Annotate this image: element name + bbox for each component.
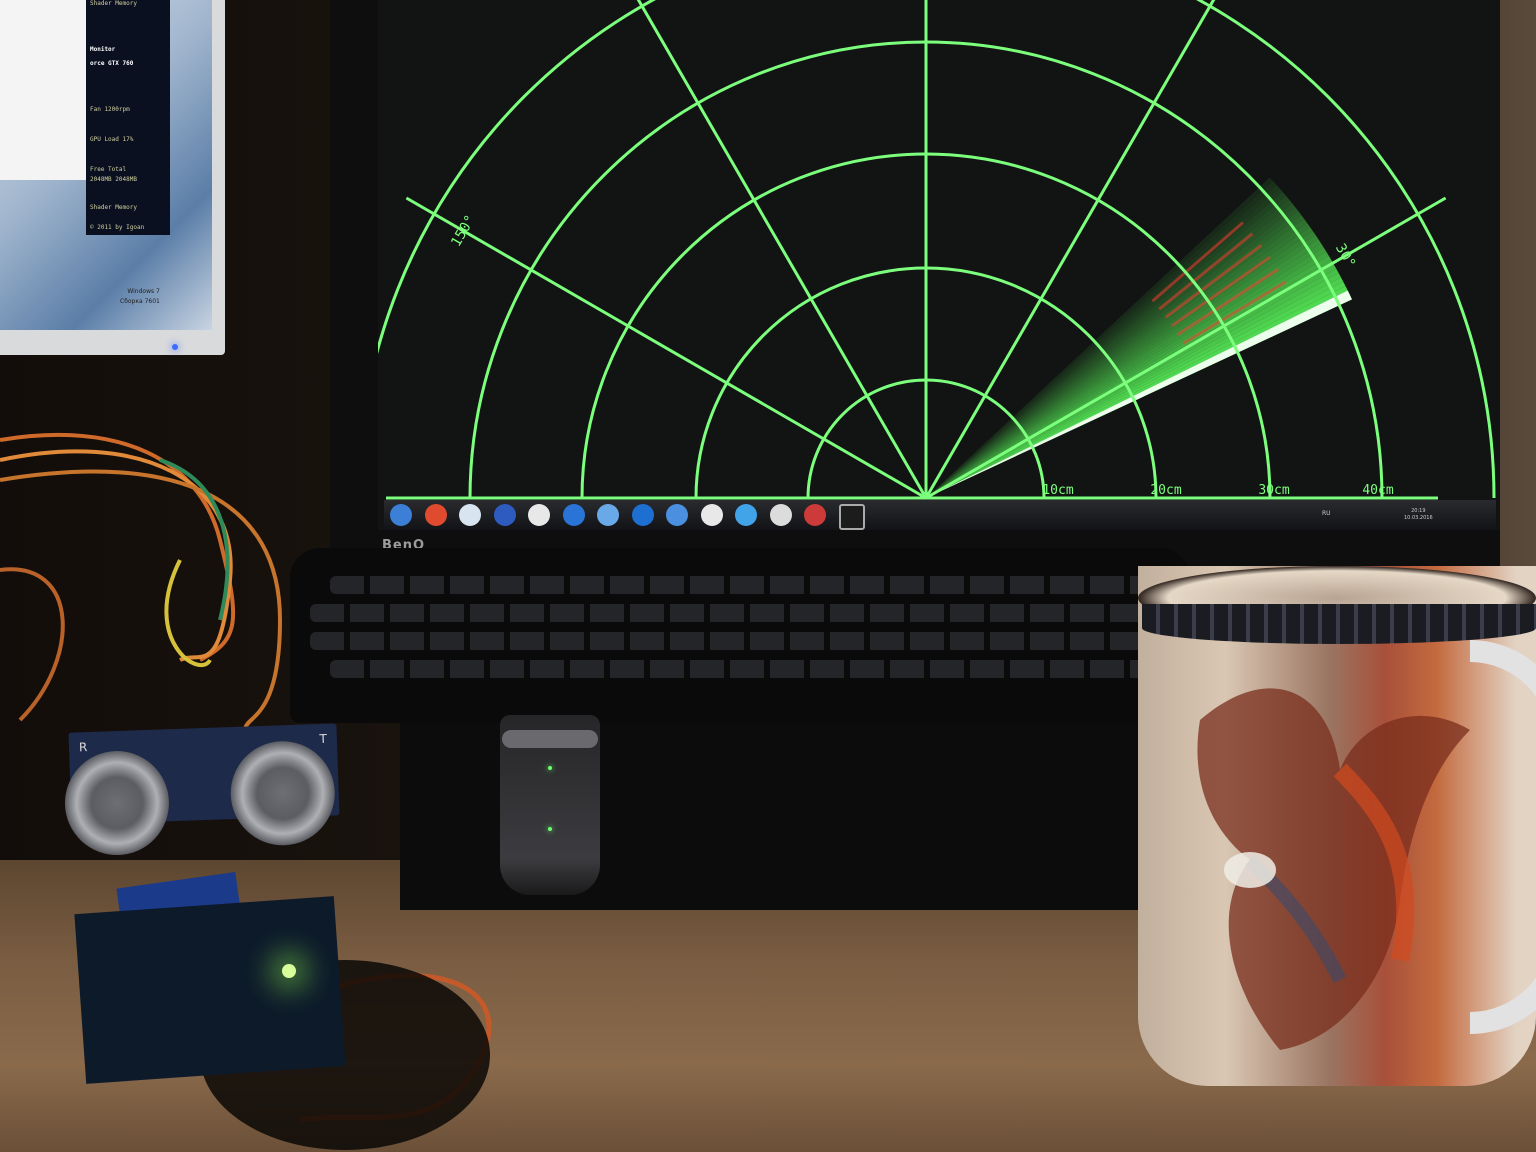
mail-icon[interactable] — [700, 504, 723, 526]
radar-distance-label: 30cm — [1258, 483, 1289, 498]
radar-angle-line — [636, 0, 928, 499]
clock[interactable]: 20:19 10.03.2016 — [1404, 508, 1433, 522]
windows-build: Сборка 7601 — [120, 298, 160, 305]
radar-sweep-beam — [926, 219, 1308, 498]
radar-angle-label: 30° — [1332, 241, 1359, 271]
radar-display: 30°60°120°150°10cm20cm30cm40cm — [378, 0, 1496, 500]
gpu-card-name: orce GTX 760 — [90, 60, 134, 67]
radar-distance-label: 40cm — [1362, 483, 1393, 498]
radar-angle-line — [925, 196, 1447, 500]
arduino-icon[interactable] — [769, 504, 792, 526]
playstation-icon[interactable] — [631, 504, 654, 526]
processing-icon[interactable] — [838, 504, 865, 530]
radar-sweep-beam — [926, 211, 1302, 499]
gpu-monitor-line: GPU Load 17% — [90, 136, 134, 143]
clock-time: 20:19 — [1411, 508, 1426, 514]
gpu-monitor-gadget: Shader Memory Monitor orce GTX 760 Fan 1… — [86, 0, 170, 235]
radar-sweep-beam — [926, 239, 1322, 498]
gpu-monitor-line: Shader Memory — [90, 204, 137, 211]
ultrasonic-sensor: R T — [63, 723, 340, 857]
radar-angle-label: 150° — [448, 212, 479, 249]
language-indicator[interactable]: RU — [1322, 510, 1331, 517]
clock-date: 10.03.2016 — [1404, 515, 1433, 521]
gpu-monitor-line: Shader Memory — [90, 0, 137, 7]
mug-handle — [1470, 640, 1536, 1034]
browser-icon[interactable] — [562, 504, 585, 526]
radar-distance-label: 20cm — [1150, 483, 1181, 498]
arduino-led-icon — [282, 964, 296, 978]
arduino-board — [74, 896, 346, 1084]
left-monitor: Shader Memory Monitor orce GTX 760 Fan 1… — [0, 0, 225, 355]
radar-sweep-beam — [926, 243, 1324, 498]
radar-sweep-beam — [926, 207, 1299, 498]
gpu-monitor-line: Free Total — [90, 166, 127, 173]
mug-decorative-band — [1142, 604, 1536, 644]
status-led-icon — [548, 827, 552, 831]
sensor-label-t: T — [319, 731, 328, 746]
dragon-illustration-icon — [1197, 688, 1470, 1050]
app-icon[interactable] — [666, 504, 688, 526]
gpu-monitor-line: Fan 1200rpm — [90, 106, 130, 113]
windows-watermark: Windows 7 Сборка 7601 — [120, 287, 160, 307]
status-led-icon — [548, 766, 552, 770]
folder-icon[interactable] — [528, 504, 550, 526]
radar-sweep-beam — [926, 247, 1327, 498]
left-monitor-screen: Shader Memory Monitor orce GTX 760 Fan 1… — [0, 0, 212, 330]
gpu-monitor-line: © 2011 by Igoan — [90, 224, 145, 231]
app-icon-2[interactable] — [735, 504, 757, 526]
sensor-label-r: R — [78, 740, 88, 755]
windows-version: Windows 7 — [127, 288, 160, 295]
radar-sweep-beam — [926, 231, 1316, 498]
radar-distance-label: 10cm — [1042, 483, 1073, 498]
radar-sweep-beam — [926, 215, 1305, 498]
power-led-icon — [172, 344, 178, 350]
windows-taskbar[interactable]: RU 20:19 10.03.2016 — [384, 500, 1496, 530]
radar-screen: 30°60°120°150°10cm20cm30cm40cm RU 20:19 … — [378, 0, 1500, 530]
flag-icon[interactable] — [804, 504, 826, 526]
skype-icon[interactable] — [597, 504, 619, 526]
radar-sweep-beam — [926, 223, 1311, 498]
gpu-monitor-title: Monitor — [90, 46, 116, 53]
gpu-monitor-line: 2048MB 2048MB — [90, 176, 137, 183]
